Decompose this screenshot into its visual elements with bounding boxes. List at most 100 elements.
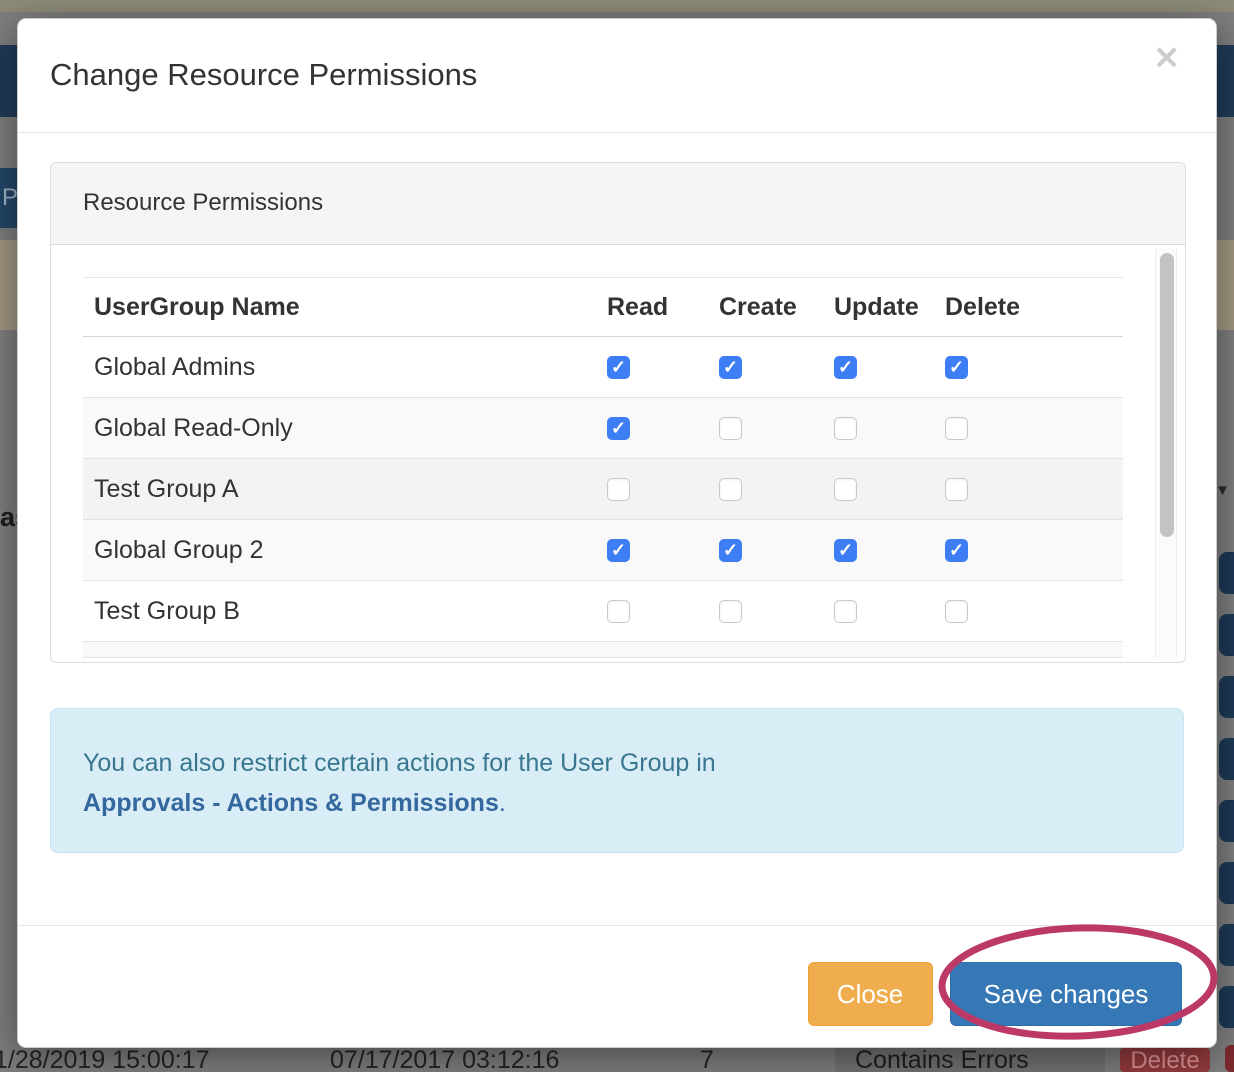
delete-cell: ✓	[945, 536, 1123, 565]
partially-visible-row	[83, 642, 1123, 658]
create-cell	[719, 597, 834, 626]
top-bar	[0, 0, 1234, 12]
background-timestamp: 1/28/2019 15:00:17	[0, 1046, 209, 1072]
delete-checkbox[interactable]	[945, 478, 968, 501]
update-cell	[834, 475, 945, 504]
modal-title: Change Resource Permissions	[50, 57, 477, 93]
background-action-button	[1219, 676, 1234, 718]
usergroup-name: Global Read-Only	[83, 414, 607, 443]
delete-checkbox[interactable]: ✓	[945, 356, 968, 379]
create-checkbox[interactable]	[719, 478, 742, 501]
read-cell: ✓	[607, 353, 719, 382]
col-create: Create	[719, 293, 834, 322]
update-cell: ✓	[834, 536, 945, 565]
usergroup-name: Global Admins	[83, 353, 607, 382]
change-resource-permissions-modal: Change Resource Permissions ✕ Resource P…	[17, 18, 1217, 1048]
read-cell: ✓	[607, 536, 719, 565]
table-row: Global Admins✓✓✓✓	[83, 337, 1123, 398]
check-icon: ✓	[607, 417, 630, 440]
col-read: Read	[607, 293, 719, 322]
background-action-button	[1219, 614, 1234, 656]
background-count: 7	[700, 1046, 714, 1072]
create-checkbox[interactable]: ✓	[719, 356, 742, 379]
modal-footer: Close Save changes	[18, 925, 1216, 1047]
read-cell	[607, 597, 719, 626]
background-action-button	[1219, 800, 1234, 842]
update-checkbox[interactable]: ✓	[834, 356, 857, 379]
panel-heading: Resource Permissions	[51, 163, 1185, 245]
read-checkbox[interactable]	[607, 478, 630, 501]
background-timestamp: 07/17/2017 03:12:16	[330, 1046, 559, 1072]
panel-body: UserGroup Name Read Create Update Delete…	[51, 245, 1185, 663]
usergroup-name: Test Group A	[83, 475, 607, 504]
check-icon: ✓	[607, 539, 630, 562]
permissions-table: UserGroup Name Read Create Update Delete…	[83, 277, 1123, 658]
update-checkbox[interactable]: ✓	[834, 539, 857, 562]
info-text-suffix: .	[499, 789, 506, 817]
read-cell: ✓	[607, 414, 719, 443]
update-cell	[834, 597, 945, 626]
background-action-button	[1219, 738, 1234, 780]
check-icon: ✓	[719, 539, 742, 562]
sort-icon: ▼	[1215, 482, 1230, 499]
update-checkbox[interactable]	[834, 478, 857, 501]
col-delete: Delete	[945, 293, 1123, 322]
create-cell: ✓	[719, 536, 834, 565]
usergroup-name: Test Group B	[83, 597, 607, 626]
read-checkbox[interactable]: ✓	[607, 539, 630, 562]
modal-header: Change Resource Permissions ✕	[18, 19, 1216, 133]
info-link: Approvals - Actions & Permissions	[83, 789, 499, 817]
screen: Pu as s ▼ 1/28/2019 15:00:17 07/17/2017 …	[0, 0, 1234, 1072]
create-cell: ✓	[719, 353, 834, 382]
delete-checkbox[interactable]	[945, 600, 968, 623]
close-button[interactable]: Close	[808, 962, 933, 1026]
col-usergroup-name: UserGroup Name	[83, 293, 607, 322]
update-cell: ✓	[834, 353, 945, 382]
update-checkbox[interactable]	[834, 417, 857, 440]
background-delete-button: Delete	[1120, 1048, 1210, 1072]
update-checkbox[interactable]	[834, 600, 857, 623]
read-cell	[607, 475, 719, 504]
check-icon: ✓	[607, 356, 630, 379]
create-cell	[719, 475, 834, 504]
col-update: Update	[834, 293, 945, 322]
table-row: Test Group B	[83, 581, 1123, 642]
scrollbar-thumb[interactable]	[1160, 253, 1174, 537]
check-icon: ✓	[945, 539, 968, 562]
create-checkbox[interactable]	[719, 600, 742, 623]
background-status: Contains Errors	[855, 1046, 1029, 1072]
read-checkbox[interactable]: ✓	[607, 417, 630, 440]
permissions-rows: Global Admins✓✓✓✓Global Read-Only✓Test G…	[83, 337, 1123, 642]
check-icon: ✓	[945, 356, 968, 379]
create-cell	[719, 414, 834, 443]
delete-checkbox[interactable]: ✓	[945, 539, 968, 562]
panel-title: Resource Permissions	[51, 163, 1185, 217]
read-checkbox[interactable]: ✓	[607, 356, 630, 379]
check-icon: ✓	[719, 356, 742, 379]
background-action-button	[1219, 986, 1234, 1028]
table-row: Global Group 2✓✓✓✓	[83, 520, 1123, 581]
delete-checkbox[interactable]	[945, 417, 968, 440]
close-icon[interactable]: ✕	[1147, 41, 1186, 75]
table-row: Global Read-Only✓	[83, 398, 1123, 459]
background-action-button	[1219, 924, 1234, 966]
resource-permissions-panel: Resource Permissions UserGroup Name Read…	[50, 162, 1186, 663]
delete-cell	[945, 475, 1123, 504]
check-icon: ✓	[834, 356, 857, 379]
info-box: You can also restrict certain actions fo…	[50, 708, 1184, 853]
info-text-line1: You can also restrict certain actions fo…	[83, 743, 1183, 783]
background-action-button	[1219, 552, 1234, 594]
table-row: Test Group A	[83, 459, 1123, 520]
create-checkbox[interactable]	[719, 417, 742, 440]
usergroup-name: Global Group 2	[83, 536, 607, 565]
delete-cell: ✓	[945, 353, 1123, 382]
background-red-button	[1225, 1045, 1234, 1072]
table-header-row: UserGroup Name Read Create Update Delete	[83, 277, 1123, 337]
update-cell	[834, 414, 945, 443]
save-changes-button[interactable]: Save changes	[950, 962, 1182, 1026]
check-icon: ✓	[834, 539, 857, 562]
background-action-button	[1219, 862, 1234, 904]
read-checkbox[interactable]	[607, 600, 630, 623]
create-checkbox[interactable]: ✓	[719, 539, 742, 562]
delete-cell	[945, 597, 1123, 626]
